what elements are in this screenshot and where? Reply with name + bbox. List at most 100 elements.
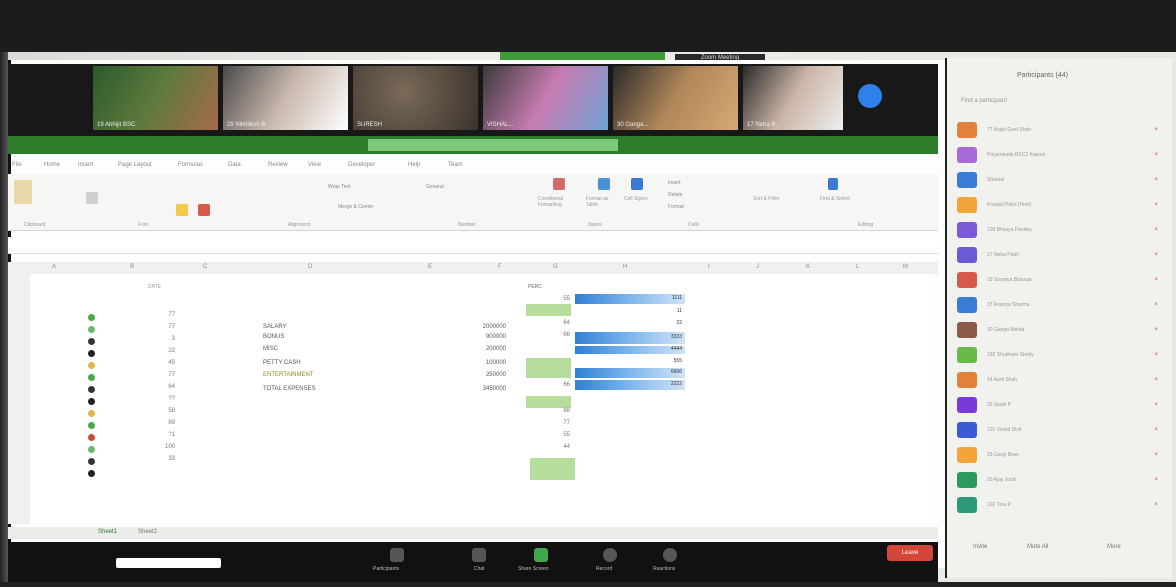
formula-bar[interactable]: [8, 237, 938, 254]
bar-value[interactable]: 3333: [642, 334, 682, 340]
sort-filter-button[interactable]: Sort & Filter: [753, 196, 779, 202]
participant-row[interactable]: 77 Anjali Goel Shah ×: [957, 122, 1162, 140]
participant-row[interactable]: 33 Soumya Bhavsar ×: [957, 272, 1162, 290]
format-as-table-icon[interactable]: [598, 178, 610, 190]
participant-row[interactable]: 30 Ganga Mehta ×: [957, 322, 1162, 340]
cell-g[interactable]: 44: [540, 444, 570, 450]
cell-styles-icon[interactable]: [631, 178, 643, 190]
participant-row[interactable]: 14 Aarti Shah ×: [957, 372, 1162, 390]
bar-value[interactable]: 555: [642, 358, 682, 364]
cell-b[interactable]: 64: [145, 384, 175, 390]
col-f[interactable]: F: [498, 264, 502, 270]
menu-insert[interactable]: Insert: [78, 162, 93, 168]
col-h[interactable]: H: [623, 264, 627, 270]
menu-page-layout[interactable]: Page Layout: [118, 162, 152, 168]
col-c[interactable]: C: [203, 264, 207, 270]
participant-row[interactable]: 20 Ajay Joshi ×: [957, 472, 1162, 490]
cell-b[interactable]: 45: [145, 360, 175, 366]
expense-label[interactable]: PETTY CASH: [263, 360, 301, 366]
invite-button[interactable]: Invite: [973, 544, 987, 550]
cell-b[interactable]: 22: [145, 348, 175, 354]
green-highlight-cell[interactable]: [526, 304, 571, 316]
expense-amount[interactable]: 250000: [460, 372, 506, 378]
participant-row[interactable]: Sheetal ×: [957, 172, 1162, 190]
cell-b[interactable]: 58: [145, 408, 175, 414]
menu-help[interactable]: Help: [408, 162, 420, 168]
conditional-formatting-button[interactable]: Conditional Formatting: [538, 196, 576, 208]
delete-cells-button[interactable]: Delete: [668, 192, 682, 198]
col-g[interactable]: G: [553, 264, 558, 270]
green-highlight-cell[interactable]: [526, 358, 571, 378]
spreadsheet-grid[interactable]: DATE PERC 77 77 3 22 45 77 64 ?? 58 89 ?…: [30, 274, 930, 524]
leave-button[interactable]: Leave: [887, 545, 933, 561]
mute-all-button[interactable]: Mute All: [1027, 544, 1048, 550]
green-highlight-cell[interactable]: [526, 396, 571, 408]
format-as-table-button[interactable]: Format as Table: [586, 196, 618, 208]
expense-amount[interactable]: 900000: [460, 334, 506, 340]
participant-avatar-icon[interactable]: [858, 84, 882, 108]
sheet-tab[interactable]: Sheet1: [98, 529, 117, 535]
cell-g[interactable]: 66: [540, 332, 570, 338]
find-select-button[interactable]: Find & Select: [820, 196, 850, 202]
col-a[interactable]: A: [52, 264, 56, 270]
participant-row[interactable]: 192 Shubham Shetty ×: [957, 347, 1162, 365]
expense-label[interactable]: MISC: [263, 346, 278, 352]
expense-amount[interactable]: 3450000: [460, 386, 506, 392]
menu-developer[interactable]: Developer: [348, 162, 375, 168]
participant-row[interactable]: 15 Gargi Bose ×: [957, 447, 1162, 465]
more-button[interactable]: More: [1107, 544, 1121, 550]
col-j[interactable]: J: [756, 264, 759, 270]
video-tile[interactable]: SURESH: [353, 66, 478, 130]
chat-icon[interactable]: [472, 548, 486, 562]
font-color-icon[interactable]: [198, 204, 210, 216]
video-tile[interactable]: 29 Nikhilesh B.: [223, 66, 348, 130]
participant-search[interactable]: Find a participant: [961, 98, 1157, 108]
bar-value[interactable]: 22: [642, 320, 682, 326]
paste-icon[interactable]: [14, 180, 32, 204]
menu-file[interactable]: File: [12, 162, 22, 168]
participant-row[interactable]: 102 Tina P ×: [957, 497, 1162, 515]
reactions-icon[interactable]: [663, 548, 677, 562]
bar-value[interactable]: 11: [642, 308, 682, 314]
fill-color-icon[interactable]: [176, 204, 188, 216]
cell-b[interactable]: 100: [145, 444, 175, 450]
wrap-text-button[interactable]: Wrap Text: [328, 184, 350, 190]
col-i[interactable]: I: [708, 264, 710, 270]
bar-value[interactable]: 2222: [642, 381, 682, 387]
bar-value[interactable]: 1111: [642, 295, 682, 301]
cell-b[interactable]: 77: [145, 372, 175, 378]
col-l[interactable]: L: [856, 264, 859, 270]
chat-button[interactable]: Chat: [474, 566, 485, 572]
video-tile[interactable]: 19 Abhijit BSC: [93, 66, 218, 130]
menu-formulas[interactable]: Formulas: [178, 162, 203, 168]
cell-g[interactable]: 77: [540, 420, 570, 426]
cell-g[interactable]: 55: [540, 296, 570, 302]
cell-g[interactable]: 64: [540, 320, 570, 326]
menu-team[interactable]: Team: [448, 162, 463, 168]
participant-row[interactable]: 100 Bhavya Pandey ×: [957, 222, 1162, 240]
col-m[interactable]: M: [903, 264, 908, 270]
expense-label[interactable]: BONUS: [263, 334, 284, 340]
record-icon[interactable]: [603, 548, 617, 562]
participant-row[interactable]: 37 Ananya Sharma ×: [957, 297, 1162, 315]
format-cells-button[interactable]: Format: [668, 204, 684, 210]
col-b[interactable]: B: [130, 264, 134, 270]
menu-review[interactable]: Review: [268, 162, 288, 168]
col-k[interactable]: K: [806, 264, 810, 270]
cell-b[interactable]: ??: [145, 396, 175, 402]
expense-amount[interactable]: 100000: [460, 360, 506, 366]
expense-amount[interactable]: 2000000: [460, 324, 506, 330]
conditional-formatting-icon[interactable]: [553, 178, 565, 190]
col-d[interactable]: D: [308, 264, 312, 270]
green-highlight-cell[interactable]: [530, 458, 575, 480]
video-tile[interactable]: 17 Neha B.: [743, 66, 843, 130]
cell-b[interactable]: 89: [145, 420, 175, 426]
participants-button[interactable]: Participants: [373, 566, 399, 572]
share-screen-icon[interactable]: [534, 548, 548, 562]
reactions-button[interactable]: Reactions: [653, 566, 675, 572]
participants-icon[interactable]: [390, 548, 404, 562]
participant-row[interactable]: Pranjali Patel (Host) ×: [957, 197, 1162, 215]
sheet-tab[interactable]: Sheet2: [138, 529, 157, 535]
cell-g[interactable]: 66: [540, 382, 570, 388]
bar-value[interactable]: 4444: [642, 346, 682, 352]
